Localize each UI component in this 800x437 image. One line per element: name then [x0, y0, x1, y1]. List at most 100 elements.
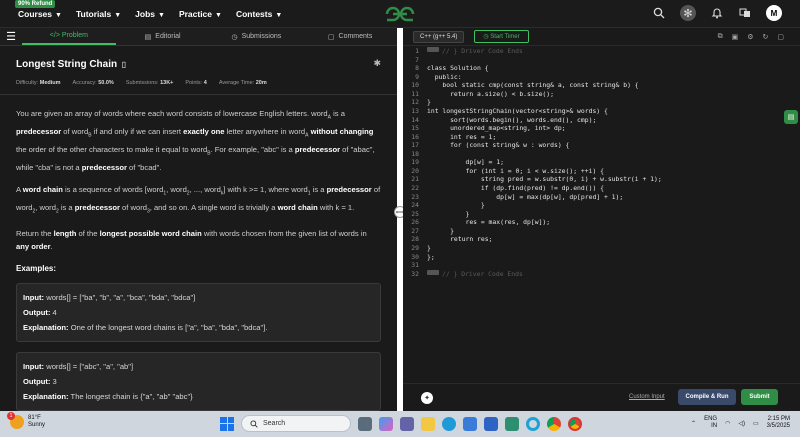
sun-icon: 1 — [7, 412, 24, 429]
fold-marker-icon[interactable] — [427, 269, 439, 275]
chrome-icon[interactable] — [568, 416, 582, 431]
theme-toggle-icon[interactable]: ✻ — [680, 5, 696, 21]
problem-content: Longest String Chain ▯ ✱ Difficulty: Med… — [0, 46, 397, 411]
bookmark-icon[interactable]: ▯ — [122, 60, 126, 69]
code-line[interactable]: 22 if (dp.find(pred) != dp.end()) { — [403, 184, 783, 193]
edge-icon[interactable] — [442, 416, 456, 431]
language-select[interactable]: C++ (g++ 5.4) — [413, 30, 465, 43]
tab-submissions[interactable]: ◷ Submissions — [210, 28, 304, 45]
line-number: 14 — [411, 115, 419, 124]
nav-item-contests[interactable]: Contests ▼ — [236, 9, 282, 19]
code-line[interactable]: 16 int res = 1; — [403, 133, 783, 142]
volume-icon[interactable]: ◁) — [738, 420, 745, 427]
code-line[interactable]: 23 dp[w] = max(dp[w], dp[pred] + 1); — [403, 193, 783, 202]
app-icon[interactable] — [484, 416, 498, 431]
language-indicator[interactable]: ENG IN — [704, 416, 717, 430]
save-icon[interactable]: ▣ — [732, 33, 739, 41]
code-text: string pred = w.substr(0, i) + w.substr(… — [427, 175, 662, 184]
avatar[interactable]: M — [766, 5, 782, 21]
tab-editorial[interactable]: ▤ Editorial — [116, 28, 210, 45]
chrome-icon[interactable] — [547, 416, 561, 431]
notification-badge: 1 — [7, 412, 15, 420]
taskbar-search[interactable]: Search — [241, 415, 351, 432]
tab-comments[interactable]: ▢ Comments — [303, 28, 397, 45]
code-line[interactable]: 17 for (const string& w : words) { — [403, 141, 783, 150]
clock[interactable]: 2:15 PM 3/5/2025 — [767, 416, 790, 430]
code-line[interactable]: 7 — [403, 56, 783, 65]
code-line[interactable]: 14 sort(words.begin(), words.end(), cmp)… — [403, 116, 783, 125]
code-line[interactable]: 1 // } Driver Code Ends — [403, 47, 783, 56]
cortana-icon[interactable] — [526, 416, 540, 431]
start-timer-button[interactable]: ◷ Start Timer — [474, 30, 529, 43]
code-line[interactable]: 18 — [403, 150, 783, 159]
chat-icon[interactable]: ▤ — [784, 110, 798, 124]
code-line[interactable]: 30}; — [403, 253, 783, 262]
code-line[interactable]: 8 class Solution { — [403, 64, 783, 73]
code-line[interactable]: 9 public: — [403, 73, 783, 82]
fold-marker-icon[interactable] — [427, 47, 439, 52]
app-icon[interactable] — [505, 416, 519, 431]
nav-item-jobs[interactable]: Jobs ▼ — [135, 9, 165, 19]
code-line[interactable]: 10 bool static cmp(const string& a, cons… — [403, 81, 783, 90]
translate-icon[interactable] — [738, 6, 752, 20]
line-number: 29 — [411, 243, 419, 252]
code-line[interactable]: 28 return res; — [403, 235, 783, 244]
wifi-icon[interactable]: ◠ — [725, 420, 730, 427]
copy-icon[interactable]: ⧉ — [718, 33, 723, 41]
submit-button[interactable]: Submit — [741, 389, 778, 405]
search-icon[interactable] — [652, 6, 666, 20]
code-line[interactable]: 32 // } Driver Code Ends — [403, 269, 783, 279]
nav-item-tutorials[interactable]: Tutorials ▼ — [76, 9, 121, 19]
code-line[interactable]: 29} — [403, 244, 783, 253]
code-text: public: — [427, 72, 462, 81]
code-text: } — [427, 226, 454, 235]
comment-icon: ▢ — [327, 33, 335, 41]
compile-run-button[interactable]: Compile & Run — [678, 389, 736, 405]
chevron-up-icon[interactable]: ⌃ — [691, 420, 696, 427]
problem-panel: ☰ </> Problem ▤ Editorial ◷ Submissions ▢ C… — [0, 28, 397, 411]
widgets-icon[interactable] — [358, 416, 372, 431]
lightbulb-icon[interactable]: ✦ — [421, 392, 433, 404]
code-text: bool static cmp(const string& a, const s… — [427, 81, 639, 90]
nav-menu: Courses ▼ Tutorials ▼ Jobs ▼ Practice ▼ Cont… — [18, 9, 282, 19]
settings-icon[interactable]: ⚙ — [747, 33, 753, 41]
code-line[interactable]: 15 unordered_map<string, int> dp; — [403, 124, 783, 133]
chevron-down-icon: ▼ — [55, 12, 62, 19]
code-line[interactable]: 12} — [403, 98, 783, 107]
bug-icon[interactable]: ✱ — [373, 58, 381, 69]
custom-input-link[interactable]: Custom Input — [629, 394, 665, 400]
menu-icon[interactable]: ☰ — [0, 30, 22, 43]
code-line[interactable]: 31 — [403, 261, 783, 270]
teams-icon[interactable] — [400, 416, 414, 431]
code-text: class Solution { — [427, 64, 489, 73]
code-line[interactable]: 19 dp[w] = 1; — [403, 158, 783, 167]
fullscreen-icon[interactable]: ▢ — [777, 33, 784, 41]
code-text: // } Driver Code Ends — [442, 269, 523, 278]
nav-item-courses[interactable]: Courses ▼ — [18, 9, 62, 19]
code-line[interactable]: 24 } — [403, 201, 783, 210]
divider — [0, 94, 397, 95]
code-editor[interactable]: 1 // } Driver Code Ends 7 8 class Solution {… — [403, 47, 783, 278]
store-icon[interactable] — [463, 416, 477, 431]
code-line[interactable]: 20 for (int i = 0; i < w.size(); ++i) { — [403, 167, 783, 176]
windows-start-icon[interactable] — [220, 416, 234, 431]
code-line[interactable]: 11 return a.size() < b.size(); — [403, 90, 783, 99]
weather-widget[interactable]: 1 81°F Sunny — [7, 412, 45, 429]
code-text: }; — [427, 252, 435, 261]
nav-item-practice[interactable]: Practice ▼ — [179, 9, 222, 19]
refund-badge[interactable]: 90% Refund — [15, 0, 56, 8]
copilot-icon[interactable] — [379, 416, 393, 431]
code-line[interactable]: 27 } — [403, 227, 783, 236]
file-explorer-icon[interactable] — [421, 416, 435, 431]
bell-icon[interactable] — [710, 6, 724, 20]
code-line[interactable]: 13 int longestStringChain(vector<string>&… — [403, 107, 783, 116]
reset-icon[interactable]: ↻ — [763, 33, 769, 41]
code-line[interactable]: 21 string pred = w.substr(0, i) + w.subs… — [403, 175, 783, 184]
gfg-logo-icon[interactable] — [383, 4, 417, 24]
code-line[interactable]: 25 } — [403, 210, 783, 219]
line-number: 30 — [411, 252, 419, 261]
tab-problem[interactable]: </> Problem — [22, 28, 116, 45]
battery-icon[interactable]: ▭ — [753, 420, 759, 427]
code-line[interactable]: 26 res = max(res, dp[w]); — [403, 218, 783, 227]
line-number: 16 — [411, 132, 419, 141]
